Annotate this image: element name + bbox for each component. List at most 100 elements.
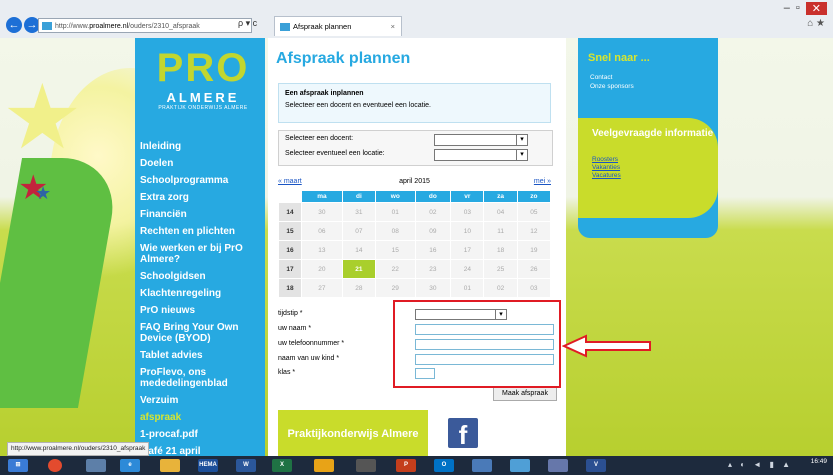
- select-docent-label: Selecteer een docent:: [285, 135, 354, 142]
- calendar-day: 13: [302, 241, 342, 259]
- settings-icon[interactable]: [356, 459, 376, 472]
- week-number: 16: [279, 241, 301, 259]
- calendar-day: 29: [376, 279, 415, 297]
- restore-icon[interactable]: ▫: [796, 2, 800, 15]
- system-tray[interactable]: ▴ ◐ ◄ ▮ ▲: [728, 460, 793, 469]
- browser-chrome: – ▫ ✕ ← → http://www.proalmere.nl/ouders…: [0, 0, 833, 38]
- calendar-day: 06: [302, 222, 342, 240]
- menu-item-tablet-advies[interactable]: Tablet advies: [140, 347, 265, 364]
- calendar-week-row: 15 06 07 08 09 10 11 12: [279, 222, 550, 240]
- day-header: ma: [302, 191, 342, 202]
- logo-tagline: PRAKTIJK ONDERWIJS ALMERE: [158, 105, 248, 111]
- faq-box: Veelgevraagde informatie Roosters Vakant…: [578, 118, 718, 218]
- calendar-day: 17: [451, 241, 484, 259]
- menu-item-faq-byod[interactable]: FAQ Bring Your Own Device (BYOD): [140, 319, 265, 347]
- menu-item-extra-zorg[interactable]: Extra zorg: [140, 189, 265, 206]
- selection-box: Selecteer een docent: ▾ Selecteer eventu…: [278, 130, 553, 166]
- link-vacatures[interactable]: Vacatures: [592, 172, 621, 180]
- address-bar[interactable]: http://www.proalmere.nl/ouders/2310_afsp…: [38, 18, 252, 33]
- maak-afspraak-button[interactable]: Maak afspraak: [493, 386, 557, 401]
- snel-naar-title: Snel naar ...: [588, 52, 650, 64]
- calendar-grid: ma di wo do vr za zo 14 30 31 01 02 03 0…: [278, 190, 551, 298]
- menu-item-schoolgidsen[interactable]: Schoolgidsen: [140, 268, 265, 285]
- tab-favicon-icon: [280, 23, 290, 31]
- app-icon[interactable]: [314, 459, 334, 472]
- menu-item-schoolprogramma[interactable]: Schoolprogramma: [140, 172, 265, 189]
- home-icon[interactable]: ⌂: [807, 18, 813, 29]
- excel-icon[interactable]: X: [272, 459, 292, 472]
- tab-close-icon[interactable]: ×: [391, 17, 395, 37]
- day-header: za: [484, 191, 517, 202]
- menu-item-afspraak[interactable]: afspraak: [140, 409, 265, 426]
- link-vakanties[interactable]: Vakanties: [592, 164, 621, 172]
- locatie-select[interactable]: ▾: [434, 149, 528, 161]
- logo-text: PRO: [156, 46, 250, 90]
- logo-city: ALMERE: [166, 90, 240, 105]
- week-number: 18: [279, 279, 301, 297]
- menu-item-procaf-pdf[interactable]: 1-procaf.pdf: [140, 426, 265, 443]
- calendar-day: 05: [517, 203, 550, 221]
- powerpoint-icon[interactable]: P: [396, 459, 416, 472]
- menu-item-inleiding[interactable]: Inleiding: [140, 138, 265, 155]
- faq-links: Roosters Vakanties Vacatures: [592, 156, 621, 180]
- media-icon[interactable]: [548, 459, 568, 472]
- praktijkonderwijs-promo[interactable]: Praktijkonderwijs Almere: [278, 410, 428, 456]
- calendar-day-today[interactable]: 21: [342, 260, 376, 278]
- calendar-day: 16: [415, 241, 451, 259]
- calendar-header: « maart april 2015 mei »: [278, 178, 551, 190]
- site-favicon-icon: [42, 22, 52, 30]
- start-icon[interactable]: ⊞: [8, 459, 28, 472]
- calendar-day: 30: [415, 279, 451, 297]
- user-icon[interactable]: [86, 459, 106, 472]
- docent-select[interactable]: ▾: [434, 134, 528, 146]
- back-icon[interactable]: ←: [6, 17, 22, 33]
- kind-label: naam van uw kind *: [278, 355, 340, 362]
- calendar-week-row: 14 30 31 01 02 03 04 05: [279, 203, 550, 221]
- hema-icon[interactable]: HEMA: [198, 459, 218, 472]
- calendar-day: 12: [517, 222, 550, 240]
- close-icon[interactable]: ✕: [805, 2, 827, 15]
- menu-item-rechten-en-plichten[interactable]: Rechten en plichten: [140, 223, 265, 240]
- highlight-frame: [393, 300, 561, 388]
- clock[interactable]: 16:49: [811, 458, 827, 465]
- mail-icon[interactable]: [472, 459, 492, 472]
- calendar-day: 19: [517, 241, 550, 259]
- link-contact[interactable]: Contact: [590, 73, 634, 82]
- address-tools[interactable]: ρ ▾ c: [238, 18, 257, 29]
- favorites-star-icon[interactable]: ★: [816, 18, 825, 29]
- calendar-day: 02: [415, 203, 451, 221]
- menu-item-klachtenregeling[interactable]: Klachtenregeling: [140, 285, 265, 302]
- snel-naar-links: Contact Onze sponsors: [590, 73, 634, 91]
- chrome-icon[interactable]: [48, 459, 62, 472]
- tab-afspraak-plannen[interactable]: Afspraak plannen ×: [274, 16, 402, 36]
- main-menu: Inleiding Doelen Schoolprogramma Extra z…: [140, 138, 265, 460]
- menu-item-verzuim[interactable]: Verzuim: [140, 392, 265, 409]
- pro-almere-logo[interactable]: PRO ALMERE PRAKTIJK ONDERWIJS ALMERE: [147, 46, 259, 126]
- main-content: Afspraak plannen Een afspraak inplannen …: [268, 38, 566, 456]
- word-icon[interactable]: W: [236, 459, 256, 472]
- menu-item-doelen[interactable]: Doelen: [140, 155, 265, 172]
- calendar-day: 03: [517, 279, 550, 297]
- minimize-icon[interactable]: –: [784, 2, 790, 15]
- link-onze-sponsors[interactable]: Onze sponsors: [590, 82, 634, 91]
- visio-icon[interactable]: V: [586, 459, 606, 472]
- calendar-day: 14: [342, 241, 376, 259]
- menu-item-proflevo[interactable]: ProFlevo, ons mededelingenblad: [140, 364, 265, 392]
- calendar-day: 26: [517, 260, 550, 278]
- toolbar-icons: ⌂ ★: [807, 18, 825, 29]
- outlook-icon[interactable]: O: [434, 459, 454, 472]
- decorative-star-icon: ★: [2, 68, 83, 168]
- facebook-icon[interactable]: f: [448, 418, 478, 450]
- calendar: « maart april 2015 mei » ma di wo do vr …: [278, 178, 551, 298]
- menu-item-pro-nieuws[interactable]: PrO nieuws: [140, 302, 265, 319]
- explorer-icon[interactable]: [510, 459, 530, 472]
- menu-item-financien[interactable]: Financiën: [140, 206, 265, 223]
- calendar-day: 27: [302, 279, 342, 297]
- calendar-day: 15: [376, 241, 415, 259]
- calendar-day-header-row: ma di wo do vr za zo: [279, 191, 550, 202]
- link-roosters[interactable]: Roosters: [592, 156, 621, 164]
- folder-icon[interactable]: [160, 459, 180, 472]
- menu-item-wie-werken[interactable]: Wie werken er bij PrO Almere?: [140, 240, 265, 268]
- ie-icon[interactable]: e: [120, 459, 140, 472]
- next-month-link[interactable]: mei »: [534, 178, 551, 185]
